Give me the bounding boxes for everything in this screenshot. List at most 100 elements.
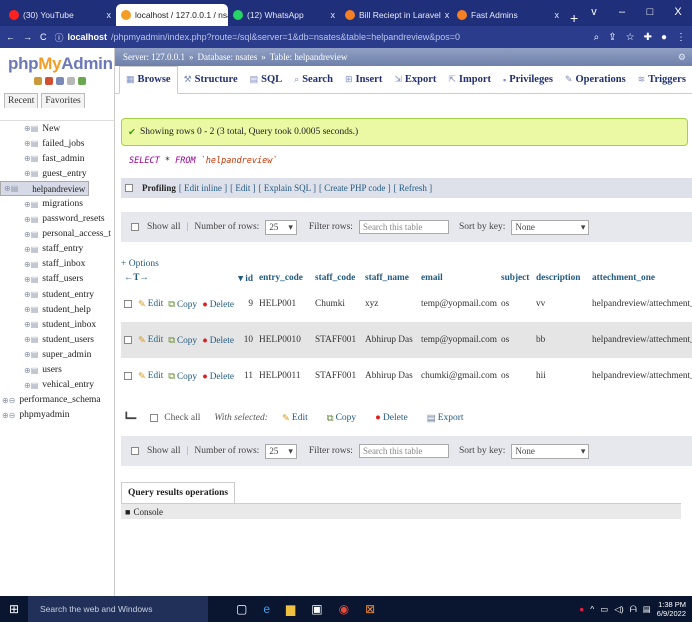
url-field[interactable]: ⓘ localhost/phpmyadmin/index.php?route=/… <box>55 31 586 44</box>
cell-email[interactable]: temp@yopmail.com <box>418 322 498 358</box>
show-all-checkbox[interactable] <box>131 447 139 455</box>
cell-id[interactable]: 10 <box>234 322 256 358</box>
show-all-checkbox[interactable] <box>131 223 139 231</box>
edit-row-button[interactable]: ✎ Edit <box>138 299 163 310</box>
cell-staff-name[interactable]: xyz <box>362 286 418 322</box>
extensions-icon[interactable]: ✚ <box>644 32 652 43</box>
filter-rows-input[interactable]: Search this table <box>358 444 449 458</box>
tab-insert[interactable]: ⊞ Insert <box>339 66 388 94</box>
close-icon[interactable]: x <box>331 10 336 20</box>
docs-icon[interactable] <box>56 77 64 85</box>
volume-icon[interactable]: ◁) <box>614 604 623 615</box>
tab-browse[interactable]: ▦ Browse <box>119 65 178 94</box>
tab-search-icon[interactable]: v <box>580 0 608 26</box>
tab-export[interactable]: ⇲ Export <box>388 66 442 94</box>
cell-subject[interactable]: os <box>498 322 533 358</box>
copy-row-button[interactable]: ⧉ Copy <box>168 336 197 346</box>
sidebar-item[interactable]: ⊕▤ failed_jobs <box>0 136 114 151</box>
filter-rows-input[interactable]: Search this table <box>358 220 449 234</box>
share-icon[interactable]: ⇪ <box>608 32 616 43</box>
xampp-icon[interactable]: ⊠ <box>365 602 375 616</box>
bulk-copy-button[interactable]: ⧉ Copy <box>327 413 356 424</box>
rows-per-page-select[interactable]: 25 ▾ <box>265 443 297 459</box>
sidebar-item[interactable]: ⊕▤ staff_entry <box>0 242 114 257</box>
cell-description[interactable]: vv <box>533 286 589 322</box>
database-breadcrumb[interactable]: Database: nsates <box>198 52 258 62</box>
back-icon[interactable]: ← <box>6 32 15 42</box>
home-icon[interactable] <box>34 77 42 85</box>
sidebar-item[interactable]: ⊕▤ staff_inbox <box>0 257 114 272</box>
tab-import[interactable]: ⇱ Import <box>442 66 497 94</box>
close-window-icon[interactable]: X <box>664 0 692 26</box>
sidebar-item[interactable]: ⊕▤ personal_access_t <box>0 227 114 242</box>
console-bar[interactable]: ■ Console <box>121 503 681 519</box>
server-breadcrumb[interactable]: Server: 127.0.0.1 <box>123 52 185 62</box>
recent-tab[interactable]: Recent <box>4 93 39 108</box>
row-checkbox[interactable] <box>124 300 132 309</box>
delete-row-button[interactable]: ● Delete <box>202 336 234 346</box>
forward-icon[interactable]: → <box>23 32 32 42</box>
minimize-icon[interactable]: – <box>608 0 636 26</box>
bulk-edit-button[interactable]: ✎ Edit <box>282 413 308 424</box>
clock[interactable]: 1:38 PM 6/9/2022 <box>657 600 686 618</box>
sort-by-key-select[interactable]: None ▾ <box>511 219 590 235</box>
zoom-icon[interactable]: ⌕ <box>594 32 600 43</box>
cell-staff-code[interactable]: STAFF001 <box>312 358 362 394</box>
profile-avatar-icon[interactable]: ● <box>661 32 667 43</box>
notification-icon[interactable]: ▤ <box>643 604 651 615</box>
cell-attechment-one[interactable]: helpandreview/attechment_one853 <box>589 358 692 394</box>
sidebar-item[interactable]: ⊕▤ vehical_entry <box>0 378 114 393</box>
column-header[interactable]: entry_code <box>256 270 312 286</box>
cell-id[interactable]: 9 <box>234 286 256 322</box>
close-icon[interactable]: x <box>107 10 112 20</box>
edit-row-button[interactable]: ✎ Edit <box>138 335 163 346</box>
sidebar-item[interactable]: ⊕▤ helpandreview <box>0 181 90 197</box>
sidebar-item[interactable]: ⊕⊖ performance_schema <box>0 393 114 408</box>
table-breadcrumb[interactable]: Table: helpandreview <box>270 52 348 62</box>
cell-email[interactable]: chumki@gmail.com <box>418 358 498 394</box>
tab-operations[interactable]: ✎ Operations <box>559 66 632 94</box>
task-view-icon[interactable]: ▢ <box>236 602 247 616</box>
cell-staff-code[interactable]: STAFF001 <box>312 322 362 358</box>
query-results-operations-heading[interactable]: Query results operations <box>121 482 236 503</box>
favorites-tab[interactable]: Favorites <box>41 93 85 108</box>
cell-attechment-one[interactable]: helpandreview/attechment_one694 <box>589 286 692 322</box>
tab-search[interactable]: ⌕ Search <box>288 66 339 94</box>
options-link[interactable]: + Options <box>121 259 692 269</box>
maximize-icon[interactable]: □ <box>636 0 664 26</box>
browser-tab[interactable]: localhost / 127.0.0.1 / nsate:x <box>116 4 228 26</box>
logout-icon[interactable] <box>45 77 53 85</box>
cell-staff-name[interactable]: Abhirup Das <box>362 322 418 358</box>
browser-tab[interactable]: (12) WhatsApp x <box>228 4 340 26</box>
sidebar-item[interactable]: ⊕▤ super_admin <box>0 347 114 362</box>
cell-staff-name[interactable]: Abhirup Das <box>362 358 418 394</box>
rows-per-page-select[interactable]: 25 ▾ <box>265 219 297 235</box>
edge-icon[interactable]: e <box>263 602 270 616</box>
edit-row-button[interactable]: ✎ Edit <box>138 371 163 382</box>
phpmyadmin-logo[interactable]: phpMyAdmin <box>0 48 114 74</box>
refresh-link[interactable]: [ Refresh ] <box>394 183 432 193</box>
sql-query[interactable]: SELECT * FROM `helpandreview` <box>129 156 692 166</box>
delete-row-button[interactable]: ● Delete <box>202 300 234 310</box>
cell-subject[interactable]: os <box>498 358 533 394</box>
profiling-checkbox[interactable] <box>125 184 133 192</box>
create-php-code-link[interactable]: [ Create PHP code ] <box>319 183 391 193</box>
tab-structure[interactable]: ⚒ Structure <box>178 66 244 94</box>
column-header[interactable]: staff_code <box>312 270 362 286</box>
cell-description[interactable]: bb <box>533 322 589 358</box>
explain-sql-link[interactable]: [ Explain SQL ] <box>259 183 316 193</box>
taskbar-search-box[interactable]: Search the web and Windows <box>28 596 208 622</box>
info-icon[interactable]: ⓘ <box>55 31 64 44</box>
browser-tab[interactable]: Fast Admins x <box>452 4 564 26</box>
cell-description[interactable]: hii <box>533 358 589 394</box>
cell-staff-code[interactable]: Chumki <box>312 286 362 322</box>
column-header[interactable]: staff_name <box>362 270 418 286</box>
language-icon[interactable]: ᗩ <box>630 604 637 615</box>
cell-attechment-one[interactable]: helpandreview/attechment_one215 <box>589 322 692 358</box>
copy-row-button[interactable]: ⧉ Copy <box>168 300 197 310</box>
close-icon[interactable]: x <box>445 10 450 20</box>
column-header[interactable]: email <box>418 270 498 286</box>
reload-navigation-icon[interactable] <box>78 77 86 85</box>
sidebar-item[interactable]: ⊕▤ password_resets <box>0 212 114 227</box>
cell-id[interactable]: 11 <box>234 358 256 394</box>
